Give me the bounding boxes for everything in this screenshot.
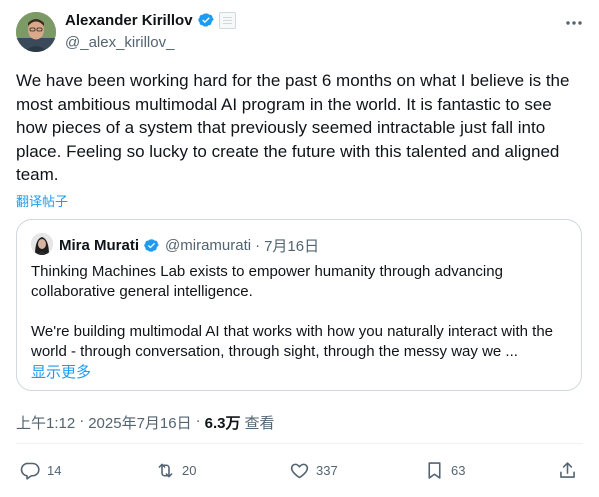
like-button[interactable]: 337 — [289, 460, 338, 481]
heart-icon — [290, 463, 309, 479]
bookmark-icon — [428, 462, 441, 479]
tweet-time[interactable]: 上午1:12 — [16, 412, 75, 433]
meta-separator: · — [79, 412, 85, 429]
quoted-verified-badge-icon — [143, 237, 161, 255]
quoted-paragraph-1: Thinking Machines Lab exists to empower … — [31, 263, 503, 300]
repost-button[interactable]: 20 — [155, 460, 196, 481]
bookmark-count: 63 — [451, 463, 466, 478]
verified-badge-icon[interactable] — [197, 11, 215, 29]
views-label: 查看 — [244, 415, 275, 432]
author-display-name[interactable]: Alexander Kirillov — [65, 12, 193, 29]
author-avatar[interactable] — [16, 12, 56, 52]
quoted-separator: · — [255, 237, 261, 254]
more-options-button[interactable] — [563, 12, 585, 34]
like-count: 337 — [316, 463, 338, 478]
views-count: 6.3万 — [204, 415, 241, 432]
share-button[interactable] — [557, 460, 578, 481]
repost-count: 20 — [182, 463, 197, 478]
quoted-display-name[interactable]: Mira Murati — [59, 237, 139, 254]
quoted-text: Thinking Machines Lab exists to empower … — [31, 262, 571, 362]
translate-post-link[interactable]: 翻译帖子 — [16, 191, 68, 210]
bookmark-button[interactable]: 63 — [424, 460, 465, 481]
affiliation-badge-icon[interactable] — [218, 11, 236, 29]
show-more-link[interactable]: 显示更多 — [31, 361, 91, 382]
author-name-row: Alexander Kirillov — [65, 11, 236, 29]
repost-icon — [158, 463, 173, 478]
tweet-meta: 上午1:12 · 2025年7月16日 · 6.3万 查看 — [16, 412, 274, 433]
quoted-header: Mira Murati @miramurati · 7月16日 — [59, 235, 319, 256]
reply-count: 14 — [47, 463, 62, 478]
author-handle[interactable]: @_alex_kirillov_ — [65, 34, 174, 51]
divider — [16, 443, 583, 444]
tweet-text: We have been working hard for the past 6… — [16, 71, 575, 184]
more-dots-icon — [566, 21, 582, 25]
quoted-date[interactable]: 7月16日 — [264, 235, 319, 256]
quoted-paragraph-2: We're building multimodal AI that works … — [31, 323, 553, 360]
share-icon — [560, 462, 575, 478]
quoted-handle[interactable]: @miramurati — [165, 237, 251, 254]
tweet-date[interactable]: 2025年7月16日 — [88, 412, 191, 433]
reply-button[interactable]: 14 — [20, 460, 61, 481]
quoted-tweet[interactable]: Mira Murati @miramurati · 7月16日 Thinking… — [16, 219, 582, 391]
tweet: Alexander Kirillov @_alex_kirillov_ We h… — [0, 0, 599, 497]
quoted-author-avatar[interactable] — [31, 233, 53, 255]
reply-icon — [20, 462, 40, 480]
meta-separator-2: · — [195, 412, 201, 429]
